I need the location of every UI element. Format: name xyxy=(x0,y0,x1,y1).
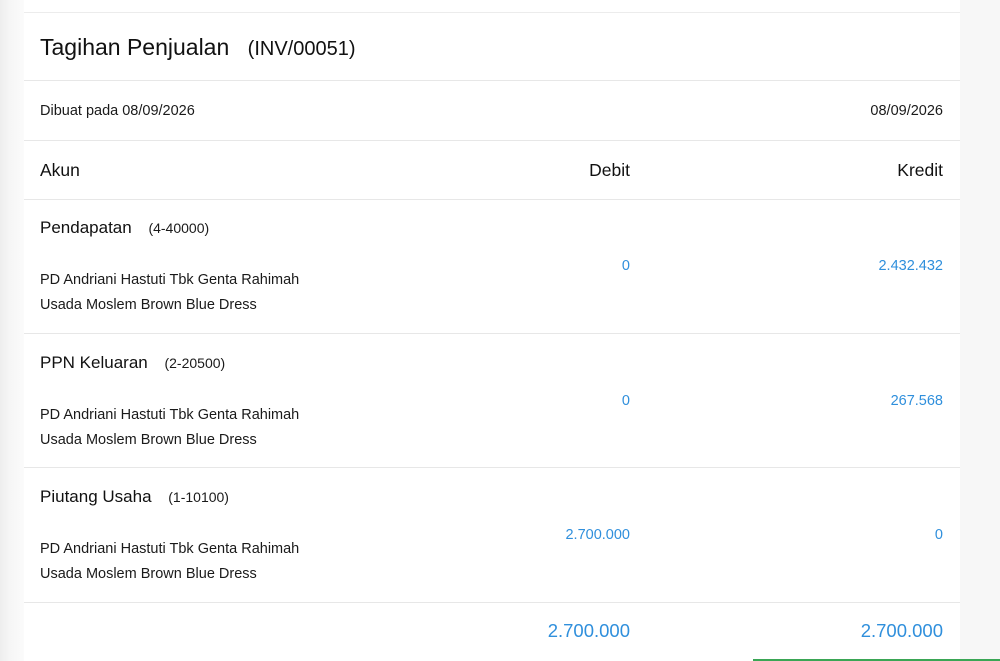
entry-description-line: Usada Moslem Brown Blue Dress xyxy=(40,432,257,448)
entry-account-code: (1-10100) xyxy=(168,489,229,505)
total-credit-amount: 2.700.000 xyxy=(860,620,943,641)
entry-description: PD Andriani Hastuti Tbk Genta Rahimah Us… xyxy=(40,537,380,587)
entry-account-code: (2-20500) xyxy=(164,355,226,371)
entry-description-line: Usada Moslem Brown Blue Dress xyxy=(40,566,257,582)
entry-account-name: PPN Keluaran xyxy=(40,353,148,372)
right-background-strip xyxy=(960,0,1000,661)
entry-debit-amount: 2.700.000 xyxy=(565,527,630,543)
entry-description-line: PD Andriani Hastuti Tbk Genta Rahimah xyxy=(40,541,300,557)
entry-account-code: (4-40000) xyxy=(148,220,210,236)
journal-entry-row: Pendapatan (4-40000) PD Andriani Hastuti… xyxy=(24,200,960,334)
entry-description: PD Andriani Hastuti Tbk Genta Rahimah Us… xyxy=(40,268,380,318)
total-debit-amount: 2.700.000 xyxy=(547,620,630,641)
entry-divider xyxy=(24,467,960,468)
transaction-date: 08/09/2026 xyxy=(870,103,943,119)
totals-divider xyxy=(24,602,960,603)
entry-account: Piutang Usaha (1-10100) xyxy=(40,487,229,507)
entry-credit-amount: 2.432.432 xyxy=(878,258,943,274)
header-divider xyxy=(24,80,960,81)
journal-entry-row: Piutang Usaha (1-10100) PD Andriani Hast… xyxy=(24,469,960,603)
created-date-label: Dibuat pada 08/09/2026 xyxy=(40,103,195,119)
entry-credit-amount: 267.568 xyxy=(890,393,943,409)
page-title-text: Tagihan Penjualan xyxy=(40,34,230,60)
entry-divider xyxy=(24,333,960,334)
column-header-debit: Debit xyxy=(589,160,630,180)
entry-description-line: Usada Moslem Brown Blue Dress xyxy=(40,297,257,313)
entry-credit-amount: 0 xyxy=(934,527,943,543)
entry-account: Pendapatan (4-40000) xyxy=(40,218,209,238)
entry-account: PPN Keluaran (2-20500) xyxy=(40,353,225,373)
meta-divider xyxy=(24,140,960,141)
entry-description-line: PD Andriani Hastuti Tbk Genta Rahimah xyxy=(40,272,300,288)
page-title: Tagihan Penjualan (INV/00051) xyxy=(40,34,356,61)
entry-account-name: Piutang Usaha xyxy=(40,487,152,506)
column-header-account: Akun xyxy=(40,160,80,180)
entry-debit-amount: 0 xyxy=(621,258,630,274)
invoice-code: (INV/00051) xyxy=(247,38,356,60)
entry-description-line: PD Andriani Hastuti Tbk Genta Rahimah xyxy=(40,407,300,423)
entry-description: PD Andriani Hastuti Tbk Genta Rahimah Us… xyxy=(40,403,380,453)
entry-account-name: Pendapatan xyxy=(40,218,132,237)
card-top-border xyxy=(24,12,960,13)
column-header-credit: Kredit xyxy=(897,160,943,180)
entry-debit-amount: 0 xyxy=(621,393,630,409)
journal-entry-row: PPN Keluaran (2-20500) PD Andriani Hastu… xyxy=(24,335,960,469)
journal-card: Tagihan Penjualan (INV/00051) Dibuat pad… xyxy=(24,0,960,661)
